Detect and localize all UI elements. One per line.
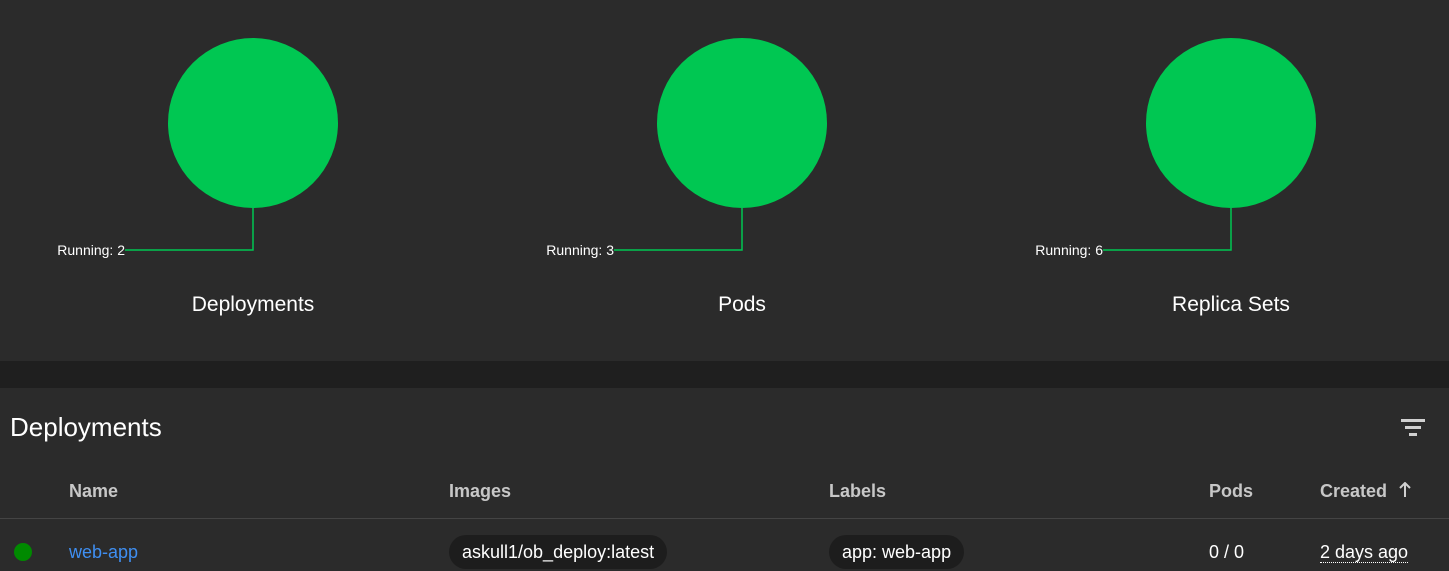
leader-line-deployments: [125, 208, 254, 251]
section-gap: [0, 361, 1449, 388]
pods-count: 0 / 0: [1209, 542, 1245, 562]
table-header-divider: [0, 518, 1449, 519]
filter-button[interactable]: [1396, 412, 1430, 442]
label-chip: app: web-app: [829, 535, 965, 569]
running-label-replica-sets: Running: 6: [1035, 242, 1103, 258]
card-title: Deployments: [10, 412, 162, 442]
column-header-images[interactable]: Images: [449, 480, 511, 502]
created-time-text: 2 days ago: [1320, 542, 1409, 563]
running-label-pods: Running: 3: [546, 242, 614, 258]
status-ok-icon: [14, 543, 32, 561]
pie-slice-running-replica-sets: [1146, 38, 1316, 208]
column-header-pods[interactable]: Pods: [1209, 480, 1253, 502]
image-chip: askull1/ob_deploy:latest: [449, 535, 668, 569]
pie-slice-running-deployments: [168, 38, 338, 208]
column-header-created-label: Created: [1320, 481, 1388, 501]
leader-line-pods: [614, 208, 743, 251]
deployment-name-link[interactable]: web-app: [69, 540, 138, 564]
running-label-deployments: Running: 2: [57, 242, 125, 258]
arrow-up-icon: [1399, 481, 1411, 497]
pie-slice-running-pods: [657, 38, 827, 208]
column-header-created[interactable]: Created: [1320, 480, 1412, 502]
chart-title-pods: Pods: [718, 293, 766, 316]
chart-title-deployments: Deployments: [191, 293, 315, 316]
leader-line-replica-sets: [1103, 208, 1232, 251]
filter-list-icon: [1401, 419, 1425, 436]
created-time: 2 days ago: [1320, 540, 1409, 564]
column-header-name[interactable]: Name: [69, 480, 118, 502]
chart-title-replica-sets: Replica Sets: [1172, 293, 1290, 316]
column-header-labels[interactable]: Labels: [829, 480, 886, 502]
